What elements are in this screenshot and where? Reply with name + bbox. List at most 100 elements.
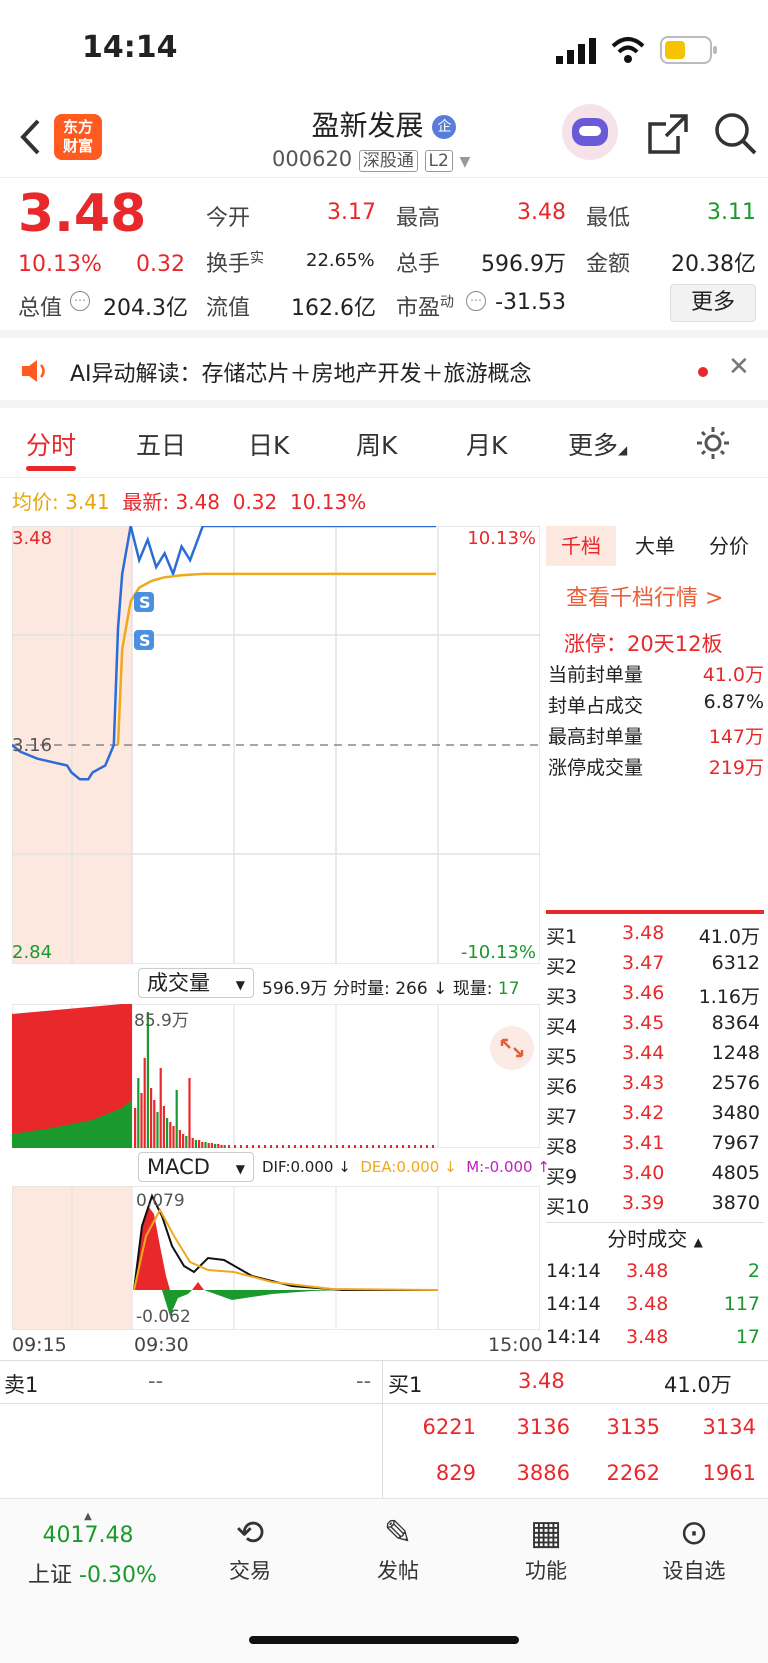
tab-day-k[interactable]: 日K xyxy=(248,426,289,462)
bid-label: 买5 xyxy=(546,1046,578,1068)
volume-bar xyxy=(146,1012,149,1148)
trade-price: 3.48 xyxy=(626,1326,669,1348)
open-label: 今开 xyxy=(206,206,251,231)
tab-qiandang[interactable]: 千档 xyxy=(546,526,616,566)
stock-code-line[interactable]: 000620 深股通 L2 ▼ xyxy=(272,146,470,172)
volume-bar xyxy=(360,1145,362,1148)
nav-trade[interactable]: ⟲ 交易 xyxy=(190,1511,310,1585)
info-icon-pe[interactable]: ⋯ xyxy=(466,291,486,311)
wifi-icon xyxy=(611,37,645,63)
s-signal-label: S xyxy=(139,593,151,612)
tab-week-k[interactable]: 周K xyxy=(356,426,397,462)
volume-bar xyxy=(140,1093,143,1148)
volume-bar xyxy=(348,1145,350,1148)
bid-volume: 41.0万 xyxy=(698,926,760,948)
unread-dot xyxy=(698,367,708,377)
edit-icon: ✎ xyxy=(383,1513,413,1553)
bid-row[interactable]: 买2 3.47 6312 xyxy=(546,948,764,979)
robot-assistant-icon[interactable] xyxy=(562,104,618,160)
share-icon[interactable] xyxy=(646,112,690,156)
volume-bar xyxy=(252,1145,254,1148)
more-button[interactable]: 更多 xyxy=(670,284,756,322)
volume-bar xyxy=(288,1145,290,1148)
active-tab-indicator xyxy=(26,466,76,471)
trade-volume: 2 xyxy=(747,1260,760,1282)
tab-month-k[interactable]: 月K xyxy=(466,426,507,462)
indicator-select-macd[interactable]: MACD ▼ xyxy=(138,1152,254,1182)
sell1-price: -- xyxy=(148,1369,164,1393)
volume-bar xyxy=(178,1130,181,1148)
volume-bar xyxy=(342,1145,344,1148)
macd-negative-bars-2 xyxy=(204,1290,342,1300)
low-label: 最低 xyxy=(586,206,631,231)
settings-gear-icon[interactable] xyxy=(694,424,732,462)
bid-row[interactable]: 买4 3.45 8364 xyxy=(546,1008,764,1039)
volume-bar xyxy=(162,1106,165,1148)
volume-bar xyxy=(318,1145,320,1148)
nav-function[interactable]: ▦ 功能 xyxy=(486,1511,606,1585)
volume-bar xyxy=(306,1145,308,1148)
bid-book[interactable]: 买1 3.48 41.0万 买2 3.47 6312 买3 3.46 1.16万 买4 3.45 83… xyxy=(546,918,764,1248)
bid-row[interactable]: 买9 3.40 4805 xyxy=(546,1158,764,1189)
ai-alert-bar[interactable]: AI异动解读：存储芯片＋房地产开发＋旅游概念 ✕ xyxy=(0,338,768,408)
bid-row[interactable]: 买6 3.43 2576 xyxy=(546,1068,764,1099)
side-tabs: 千档 大单 分价 xyxy=(546,526,768,566)
view-qiandang-link[interactable]: 查看千档行情 > xyxy=(566,580,723,612)
y-mid-label: 3.16 xyxy=(12,735,52,756)
expand-icon[interactable] xyxy=(490,1026,534,1070)
speaker-icon xyxy=(22,360,45,382)
indicator-select-volume[interactable]: 成交量 ▼ xyxy=(138,968,254,998)
mktcap-value: 204.3亿 xyxy=(103,296,188,321)
sell1-volume: -- xyxy=(356,1369,372,1393)
chart-header: 均价: 3.41 最新: 3.48 0.32 10.13% xyxy=(12,490,367,514)
volume-bar xyxy=(312,1145,314,1148)
bid-price: 3.40 xyxy=(622,1162,665,1184)
volume-bar xyxy=(396,1145,398,1148)
bid-row[interactable]: 买5 3.44 1248 xyxy=(546,1038,764,1069)
bid-row[interactable]: 买3 3.46 1.16万 xyxy=(546,978,764,1009)
intraday-price-chart[interactable]: SS 3.48 3.16 2.84 10.13% -10.13% xyxy=(12,526,540,964)
volume-bar xyxy=(188,1078,191,1148)
volume-value: 596.9万 xyxy=(481,252,566,277)
info-icon[interactable]: ⋯ xyxy=(70,291,90,311)
search-icon[interactable] xyxy=(712,110,758,156)
volume-bar xyxy=(264,1145,266,1148)
volume-bar xyxy=(159,1068,162,1148)
volume-bar xyxy=(378,1145,380,1148)
bid-price: 3.42 xyxy=(622,1102,665,1124)
buy1-price: 3.48 xyxy=(518,1369,565,1393)
macd-summary: DIF:0.000 ↓ DEA:0.000 ↓ M:-0.000 ↑ xyxy=(262,1158,550,1176)
trade-list: 14:14 3.48 2 14:14 3.48 117 14:14 3.48 17 xyxy=(546,1256,764,1360)
index-ticker[interactable]: ▲ 4017.48 上证 -0.30% xyxy=(28,1511,157,1589)
index-value: 4017.48 xyxy=(42,1523,134,1548)
tab-more[interactable]: 更多◢ xyxy=(568,426,627,462)
tab-big-orders[interactable]: 大单 xyxy=(620,526,690,566)
volume-bar xyxy=(324,1145,326,1148)
volume-peak-label: 85.9万 xyxy=(134,1011,189,1031)
nav-watchlist[interactable]: ⊙ 设自选 xyxy=(634,1511,754,1585)
connect-tag: 深股通 xyxy=(358,150,418,172)
tab-price-dist[interactable]: 分价 xyxy=(694,526,764,566)
volume-bar xyxy=(276,1145,278,1148)
bid-row[interactable]: 买8 3.41 7967 xyxy=(546,1128,764,1159)
bid-row[interactable]: 买10 3.39 3870 xyxy=(546,1188,764,1219)
macd-chart[interactable]: 0.079 -0.062 xyxy=(12,1186,540,1330)
tab-five-day[interactable]: 五日 xyxy=(136,426,186,462)
amount-label: 金额 xyxy=(586,252,631,277)
trade-title[interactable]: 分时成交 ▲ xyxy=(546,1222,764,1254)
nav-post[interactable]: ✎ 发帖 xyxy=(338,1511,458,1585)
avg-price-line xyxy=(116,572,436,746)
volume-bar xyxy=(201,1142,204,1148)
trade-price: 3.48 xyxy=(626,1293,669,1315)
bid-price: 3.41 xyxy=(622,1132,665,1154)
tab-fenshi[interactable]: 分时 xyxy=(26,426,76,462)
bid-row[interactable]: 买7 3.42 3480 xyxy=(546,1098,764,1129)
enterprise-badge: 企 xyxy=(432,115,457,139)
close-icon[interactable]: ✕ xyxy=(728,352,750,382)
bid-volume: 8364 xyxy=(711,1012,760,1034)
volume-bar xyxy=(153,1100,156,1148)
volume-bar xyxy=(402,1145,404,1148)
bid-row[interactable]: 买1 3.48 41.0万 xyxy=(546,918,764,949)
volume-bar xyxy=(217,1144,220,1148)
volume-chart[interactable]: 85.9万 xyxy=(12,1004,540,1148)
